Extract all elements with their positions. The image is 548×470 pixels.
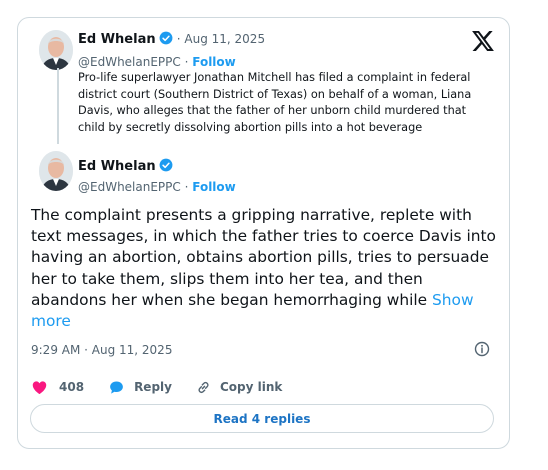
- avatar[interactable]: [39, 151, 73, 191]
- author-name[interactable]: Ed Whelan: [78, 159, 156, 174]
- author-handle[interactable]: @EdWhelanEPPC: [78, 55, 181, 69]
- separator-dot: ·: [180, 180, 193, 194]
- heart-icon: [31, 379, 48, 396]
- tweet-timestamp[interactable]: 9:29 AM · Aug 11, 2025: [31, 343, 172, 357]
- main-tweet-text: The complaint presents a gripping narrat…: [31, 205, 501, 332]
- follow-button[interactable]: Follow: [192, 180, 236, 194]
- quoted-tweet-text: Pro-life superlawyer Jonathan Mitchell h…: [78, 71, 472, 134]
- main-tweet-header: Ed Whelan: [78, 155, 173, 174]
- separator-dot: ·: [180, 55, 193, 69]
- read-replies-button[interactable]: Read 4 replies: [30, 404, 494, 433]
- tweet-body: The complaint presents a gripping narrat…: [31, 206, 496, 309]
- copy-link-button[interactable]: Copy link: [195, 379, 282, 396]
- quoted-tweet-handle-row: @EdWhelanEPPC · Follow: [78, 51, 236, 70]
- avatar[interactable]: [39, 30, 73, 70]
- reply-label: Reply: [134, 380, 172, 394]
- verified-badge-icon: [159, 158, 173, 172]
- tweet-actions: 408 Reply Copy link: [31, 377, 282, 397]
- follow-button[interactable]: Follow: [192, 55, 236, 69]
- author-handle[interactable]: @EdWhelanEPPC: [78, 180, 181, 194]
- x-logo-icon[interactable]: [472, 31, 494, 51]
- tweet-date[interactable]: Aug 11, 2025: [184, 32, 265, 46]
- link-icon: [195, 379, 212, 396]
- copy-link-label: Copy link: [219, 380, 283, 394]
- author-name[interactable]: Ed Whelan: [78, 32, 156, 47]
- main-tweet-handle-row: @EdWhelanEPPC · Follow: [78, 176, 236, 195]
- reply-button[interactable]: Reply: [108, 379, 172, 396]
- speech-bubble-icon: [108, 379, 125, 396]
- info-icon[interactable]: [474, 341, 490, 357]
- like-count: 408: [59, 380, 85, 394]
- like-button[interactable]: 408: [31, 379, 84, 396]
- verified-badge-icon: [159, 31, 173, 45]
- quoted-tweet-header: Ed Whelan · Aug 11, 2025: [78, 31, 265, 47]
- thread-line: [57, 68, 59, 144]
